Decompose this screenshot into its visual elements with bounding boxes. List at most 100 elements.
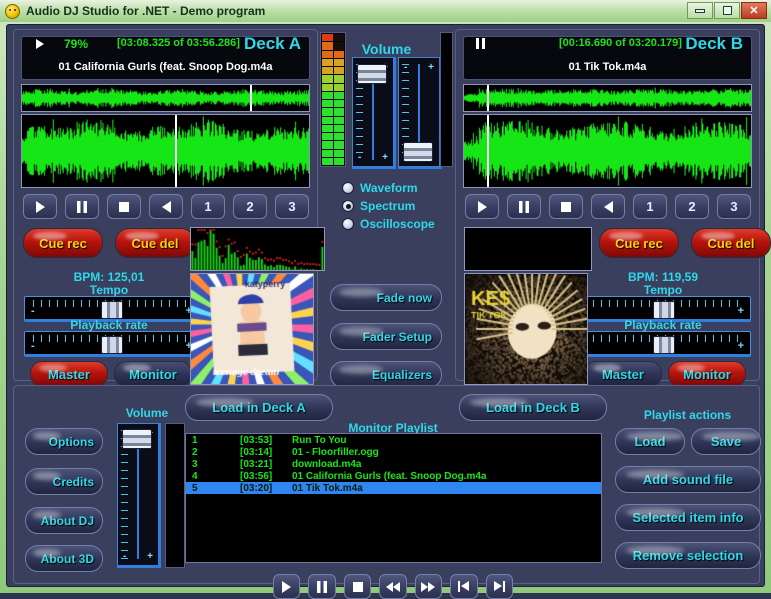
deck-b-cue-2-button[interactable]: 2	[675, 194, 709, 219]
deck-b-playback-rate-slider[interactable]: - +	[576, 331, 751, 357]
master-volume-slider[interactable]: - + - +	[117, 423, 161, 568]
radio-spectrum[interactable]: Spectrum	[342, 197, 435, 215]
deck-b-overview-playhead[interactable]	[487, 85, 489, 111]
global-play-button[interactable]	[273, 574, 300, 599]
deck-a-detail-playhead[interactable]	[175, 115, 177, 187]
playlist-save-button[interactable]: Save	[691, 428, 761, 455]
playlist-load-button[interactable]: Load	[615, 428, 685, 455]
fader-setup-button[interactable]: Fader Setup	[330, 323, 442, 350]
app-smiley-icon	[5, 4, 20, 19]
playlist-item[interactable]: 3[03:21]download.m4a	[186, 458, 601, 470]
playlist-item-name: download.m4a	[292, 459, 601, 470]
deck-a-playback-rate-thumb[interactable]	[101, 336, 123, 354]
deck-b-master-button[interactable]: Master	[584, 361, 662, 387]
deck-b-tempo-thumb[interactable]	[653, 301, 675, 319]
global-next-button[interactable]	[486, 574, 513, 599]
deck-b-detail-playhead[interactable]	[487, 115, 489, 187]
deck-a-cue-3-button[interactable]: 3	[275, 194, 309, 219]
deck-a-panel: 79% [03:08.325 of 03:56.286] Deck A 01 C…	[13, 29, 318, 381]
options-button[interactable]: Options	[25, 428, 103, 455]
global-fastforward-button[interactable]	[415, 574, 442, 599]
deck-a-play-button[interactable]	[23, 194, 57, 219]
deck-a-stop-button[interactable]	[107, 194, 141, 219]
deck-b-rewind-button[interactable]	[591, 194, 625, 219]
radio-waveform[interactable]: Waveform	[342, 179, 435, 197]
playlist-item-time: [03:14]	[240, 447, 292, 458]
deck-b-cue-1-button[interactable]: 1	[633, 194, 667, 219]
deck-b-spectrum-display	[464, 227, 592, 271]
deck-a-overview-playhead[interactable]	[250, 85, 252, 111]
remove-selection-button[interactable]: Remove selection	[615, 542, 761, 569]
monitor-playlist[interactable]: 1[03:53]Run To You2[03:14]01 - Floorfill…	[185, 433, 602, 563]
window-title: Audio DJ Studio for .NET - Demo program	[26, 4, 265, 18]
deck-b-detail-waveform[interactable]	[463, 114, 752, 188]
deck-a-cue-1-button[interactable]: 1	[191, 194, 225, 219]
playlist-item-index: 2	[192, 447, 240, 458]
deck-b-volume-thumb[interactable]	[403, 142, 433, 162]
rewind-icon	[386, 582, 400, 592]
playlist-item-time: [03:53]	[240, 435, 292, 446]
deck-b-overview-waveform[interactable]	[463, 84, 752, 112]
deck-b-album-art	[464, 273, 588, 385]
selected-item-info-button[interactable]: Selected item info	[615, 504, 761, 531]
master-volume-thumb[interactable]	[122, 429, 152, 449]
playlist-item[interactable]: 5[03:20]01 Tik Tok.m4a	[186, 482, 601, 494]
fade-now-button[interactable]: Fade now	[330, 284, 442, 311]
playlist-item[interactable]: 1[03:53]Run To You	[186, 434, 601, 446]
deck-b-volume-slider[interactable]: - +	[398, 57, 442, 169]
load-in-deck-a-button[interactable]: Load in Deck A	[185, 394, 333, 421]
playlist-item[interactable]: 2[03:14]01 - Floorfiller.ogg	[186, 446, 601, 458]
deck-b-playback-rate-thumb[interactable]	[653, 336, 675, 354]
playlist-item-index: 1	[192, 435, 240, 446]
minimize-button[interactable]	[687, 2, 713, 19]
global-previous-button[interactable]	[450, 574, 477, 599]
close-button[interactable]: ✕	[741, 2, 767, 19]
deck-b-cue-rec-button[interactable]: Cue rec	[599, 228, 679, 258]
deck-a-monitor-button[interactable]: Monitor	[114, 361, 192, 387]
stop-icon	[353, 582, 363, 592]
deck-b-pause-button[interactable]	[507, 194, 541, 219]
global-rewind-button[interactable]	[379, 574, 406, 599]
radio-oscilloscope[interactable]: Oscilloscope	[342, 215, 435, 233]
credits-button[interactable]: Credits	[25, 468, 103, 495]
global-stop-button[interactable]	[344, 574, 371, 599]
play-icon	[36, 201, 45, 213]
deck-a-volume-thumb[interactable]	[357, 64, 387, 84]
deck-a-playback-rate-slider[interactable]: - +	[24, 331, 199, 357]
playlist-item[interactable]: 4[03:56]01 California Gurls (feat. Snoop…	[186, 470, 601, 482]
deck-a-master-button[interactable]: Master	[30, 361, 108, 387]
maximize-button[interactable]	[714, 2, 740, 19]
play-icon	[478, 201, 487, 213]
add-sound-file-button[interactable]: Add sound file	[615, 466, 761, 493]
load-in-deck-b-button[interactable]: Load in Deck B	[459, 394, 607, 421]
led-segment	[322, 59, 344, 66]
deck-a-detail-waveform[interactable]	[21, 114, 310, 188]
deck-b-play-button[interactable]	[465, 194, 499, 219]
deck-b-cue-del-button[interactable]: Cue del	[691, 228, 771, 258]
deck-a-tempo-thumb[interactable]	[101, 301, 123, 319]
deck-a-pause-button[interactable]	[65, 194, 99, 219]
title-bar: Audio DJ Studio for .NET - Demo program …	[0, 0, 771, 22]
window-controls: ✕	[687, 2, 767, 19]
playlist-item-time: [03:20]	[240, 483, 292, 494]
about-dj-button[interactable]: About DJ	[25, 507, 103, 534]
deck-a-cue-2-button[interactable]: 2	[233, 194, 267, 219]
radio-spectrum-icon	[342, 200, 354, 212]
about-3d-button[interactable]: About 3D	[25, 545, 103, 572]
deck-b-stop-button[interactable]	[549, 194, 583, 219]
deck-b-cue-3-button[interactable]: 3	[717, 194, 751, 219]
deck-a-volume-slider[interactable]: - + - +	[352, 57, 396, 169]
deck-b-track-name: 01 Tik Tok.m4a	[464, 61, 751, 73]
global-pause-button[interactable]	[308, 574, 335, 599]
deck-a-track-name: 01 California Gurls (feat. Snoop Dog.m4a	[22, 61, 309, 73]
deck-a-spectrum-display	[190, 227, 325, 271]
cue-3-label: 3	[288, 199, 295, 214]
deck-a-rewind-button[interactable]	[149, 194, 183, 219]
equalizers-button[interactable]: Equalizers	[330, 361, 442, 388]
deck-a-cue-del-button[interactable]: Cue del	[115, 228, 195, 258]
deck-b-monitor-button[interactable]: Monitor	[668, 361, 746, 387]
rewind-icon	[604, 201, 613, 213]
volume-b-plus-label: +	[428, 62, 434, 73]
deck-a-cue-rec-button[interactable]: Cue rec	[23, 228, 103, 258]
deck-a-overview-waveform[interactable]	[21, 84, 310, 112]
